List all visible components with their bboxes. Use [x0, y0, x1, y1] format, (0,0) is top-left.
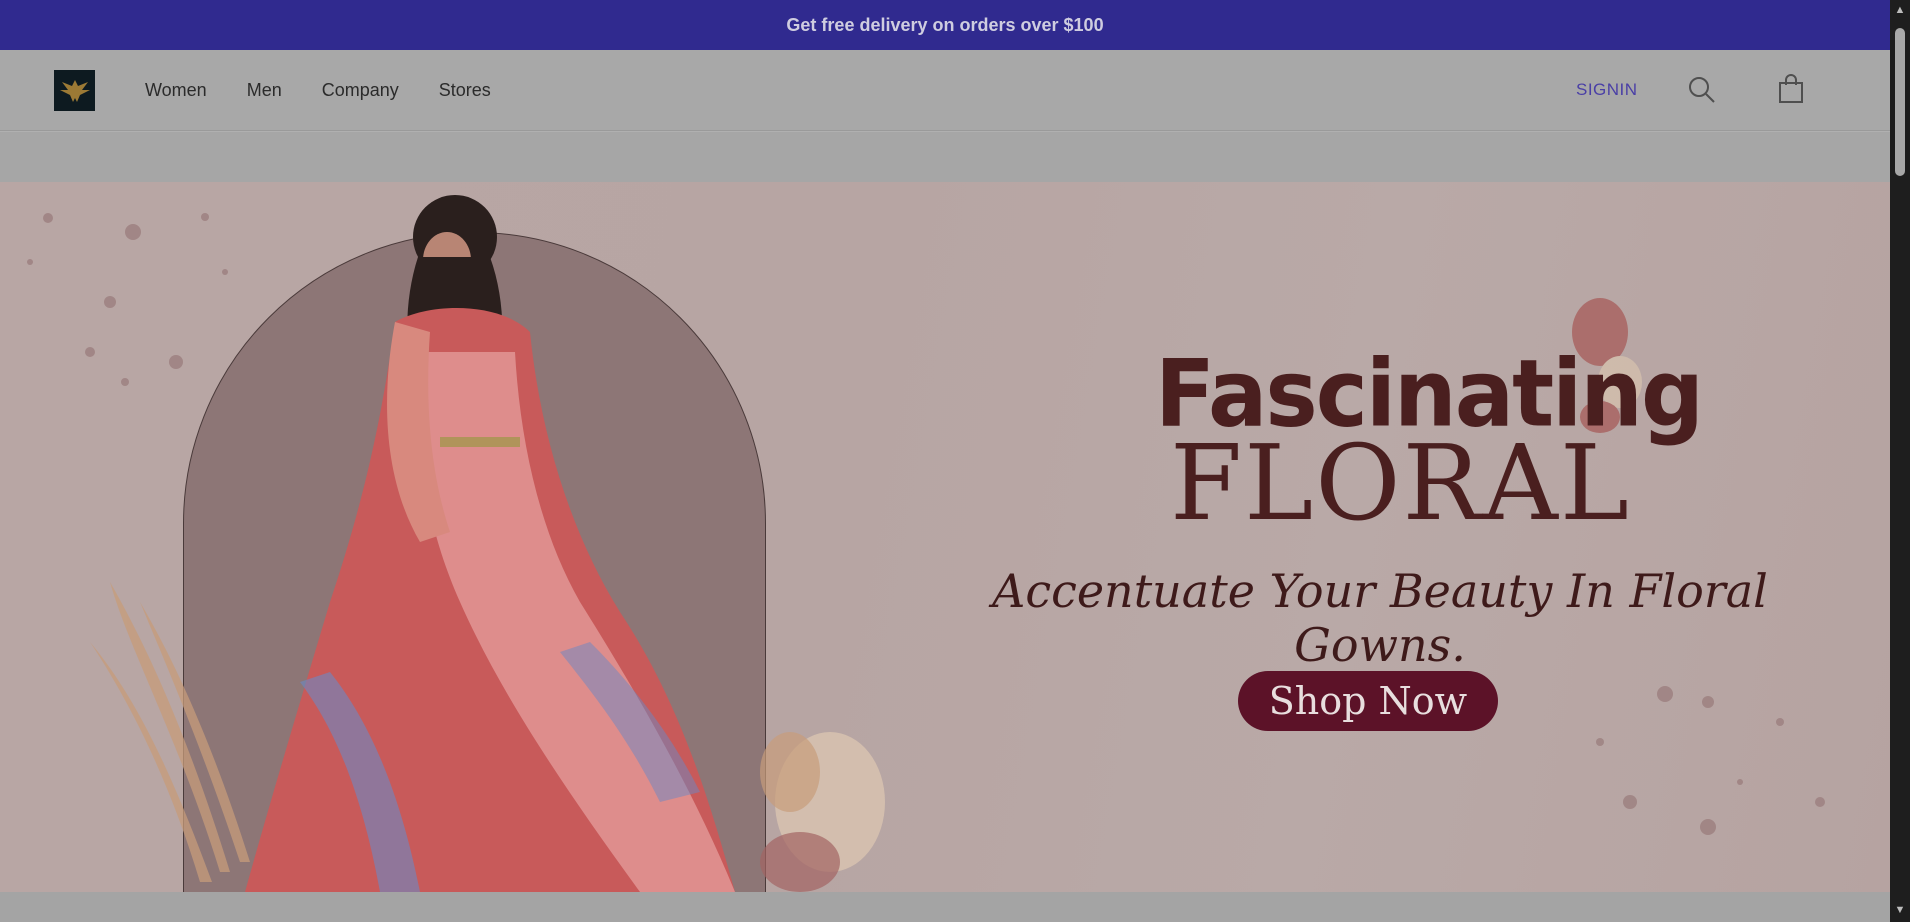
scroll-thumb[interactable] — [1895, 28, 1905, 176]
promo-text: Get free delivery on orders over $100 — [786, 14, 1104, 35]
scroll-up-icon[interactable]: ▲ — [1894, 4, 1906, 16]
nav-item-men[interactable]: Men — [247, 80, 282, 101]
nav-item-stores[interactable]: Stores — [439, 80, 491, 101]
shop-now-button[interactable]: Shop Now — [1238, 671, 1498, 731]
scroll-down-icon[interactable]: ▼ — [1894, 904, 1906, 916]
nav-item-women[interactable]: Women — [145, 80, 207, 101]
hero-banner: Fascinating FLORAL Accentuate Your Beaut… — [0, 182, 1890, 892]
page-scrollbar[interactable]: ▲ ▼ — [1890, 0, 1910, 922]
shopping-bag-icon[interactable] — [1778, 74, 1804, 104]
bottom-strip — [0, 892, 1890, 922]
promo-banner: Get free delivery on orders over $100 — [0, 0, 1890, 50]
page: Get free delivery on orders over $100 Wo… — [0, 0, 1890, 922]
eagle-logo-icon[interactable] — [54, 70, 95, 111]
header-spacer — [0, 132, 1890, 182]
nav-item-company[interactable]: Company — [322, 80, 399, 101]
search-icon[interactable] — [1688, 76, 1716, 104]
site-header: Women Men Company Stores SIGNIN — [0, 50, 1890, 131]
hero-subhead: FLORAL — [1170, 422, 1631, 544]
signin-link[interactable]: SIGNIN — [1576, 80, 1638, 100]
hero-tagline: Accentuate Your Beauty In Floral Gowns. — [992, 564, 1768, 672]
main-nav: Women Men Company Stores — [145, 50, 491, 131]
model-figure — [245, 195, 735, 892]
